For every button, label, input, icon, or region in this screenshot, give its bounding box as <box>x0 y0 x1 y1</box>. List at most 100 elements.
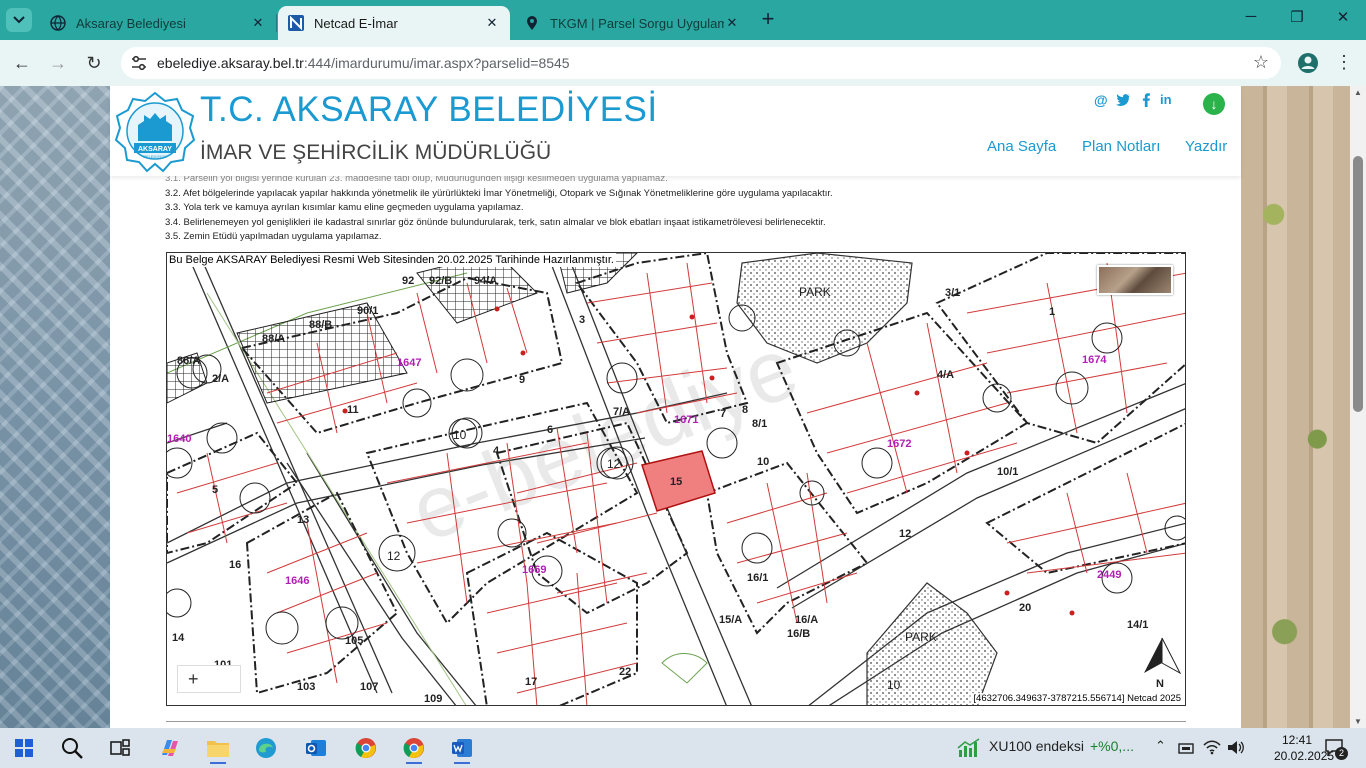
bookmark-star-icon[interactable]: ☆ <box>1253 52 1269 73</box>
parcel-number: 94/A <box>474 275 497 287</box>
parcel-number: 1 <box>1049 306 1055 318</box>
block-number: 1674 <box>1082 354 1107 366</box>
tab-tkgm-parsel-sorgu[interactable]: TKGM | Parsel Sorgu Uygulama ✕ <box>514 6 750 40</box>
browser-toolbar: ← → ↻ ebelediye.aksaray.bel.tr:444/imard… <box>0 40 1366 86</box>
email-icon[interactable]: @ <box>1094 92 1108 108</box>
tab-title: TKGM | Parsel Sorgu Uygulama <box>550 15 724 31</box>
menu-kebab-icon[interactable]: ⋮ <box>1332 52 1356 76</box>
forward-button[interactable]: → <box>44 50 72 76</box>
aksaray-logo[interactable]: AKSARAY BELEDİYESİ <box>114 91 196 173</box>
site-subtitle: İMAR VE ŞEHİRCİLİK MÜDÜRLÜĞÜ <box>200 141 552 164</box>
site-info-icon[interactable] <box>129 53 149 73</box>
volume-icon[interactable] <box>1227 740 1245 755</box>
new-tab-button[interactable]: + <box>757 8 779 32</box>
search-icon[interactable] <box>52 732 92 764</box>
next-section-edge <box>166 721 1186 728</box>
tab-search-button[interactable] <box>6 8 32 32</box>
parcel-number: 107 <box>360 681 378 693</box>
parcel-number: 13 <box>297 514 309 526</box>
minimize-button[interactable]: ─ <box>1228 8 1274 32</box>
word-icon[interactable] <box>442 732 482 764</box>
parcel-number: 22 <box>619 666 631 678</box>
tab-title: Aksaray Belediyesi <box>76 15 186 31</box>
twitter-icon[interactable] <box>1116 94 1130 106</box>
wifi-icon[interactable] <box>1203 740 1221 755</box>
ticker-label[interactable]: XU100 endeksi <box>989 738 1084 754</box>
parcel-number: 2/A <box>212 373 229 385</box>
reload-button[interactable]: ↻ <box>80 50 108 76</box>
scrollbar-thumb[interactable] <box>1353 156 1363 412</box>
file-explorer-icon[interactable] <box>198 732 238 764</box>
logo-subtext: BELEDİYESİ <box>143 154 166 159</box>
parcel-number: 16/B <box>787 628 810 640</box>
back-button[interactable]: ← <box>8 50 36 76</box>
chrome-icon[interactable] <box>346 732 386 764</box>
zoom-in-button[interactable]: + <box>177 665 241 693</box>
chevron-down-icon <box>13 16 25 24</box>
parcel-number: 8 <box>742 404 748 416</box>
parcel-number: 88/A <box>262 333 285 345</box>
close-window-button[interactable]: ✕ <box>1320 8 1366 32</box>
site-title: T.C. AKSARAY BELEDİYESİ <box>200 90 658 129</box>
tab-aksaray-belediyesi[interactable]: Aksaray Belediyesi ✕ <box>40 6 276 40</box>
network-device-icon[interactable] <box>1178 741 1194 755</box>
profile-icon[interactable] <box>1296 52 1320 76</box>
notification-center-icon[interactable]: 2 <box>1324 738 1348 760</box>
edge-icon[interactable] <box>246 732 286 764</box>
download-icon[interactable]: ↓ <box>1203 93 1225 115</box>
road-width-label: 12 <box>387 549 401 563</box>
block-number: 1672 <box>887 438 911 450</box>
windows-taskbar: XU100 endeksi +%0,... ⌃ 12:41 20.02.2025… <box>0 728 1366 768</box>
parcel-number: 4/A <box>937 369 954 381</box>
parcel-number: 14/1 <box>1127 619 1148 631</box>
parcel-number: 90/1 <box>357 305 378 317</box>
map-banner: Bu Belge AKSARAY Belediyesi Resmi Web Si… <box>167 253 616 267</box>
page-viewport: AKSARAY BELEDİYESİ T.C. AKSARAY BELEDİYE… <box>0 86 1350 728</box>
parcel-number: 10/1 <box>997 466 1018 478</box>
task-view-icon[interactable] <box>100 732 140 764</box>
parcel-number: 3/1 <box>945 287 960 299</box>
url-path: :444/imardurumu/imar.aspx?parselid=8545 <box>303 55 570 71</box>
parcel-number: 88/B <box>309 319 332 331</box>
restore-button[interactable]: ❐ <box>1274 8 1320 32</box>
parcel-number: 7 <box>720 408 726 420</box>
parcel-number: 109 <box>424 693 442 705</box>
background-image-left <box>0 86 110 728</box>
address-bar[interactable]: ebelediye.aksaray.bel.tr:444/imardurumu/… <box>121 47 1281 79</box>
close-tab-icon[interactable]: ✕ <box>250 15 266 31</box>
road-width-label: 12 <box>607 457 621 471</box>
outlook-icon[interactable] <box>296 732 336 764</box>
north-arrow-icon: N <box>1144 637 1182 690</box>
satellite-thumbnail[interactable] <box>1097 265 1173 295</box>
linkedin-icon[interactable]: in <box>1160 92 1172 107</box>
parcel-number: 16 <box>229 559 241 571</box>
close-tab-icon[interactable]: ✕ <box>484 15 500 31</box>
scroll-up-arrow[interactable]: ▲ <box>1353 88 1363 97</box>
close-tab-icon[interactable]: ✕ <box>724 15 740 31</box>
parcel-number: 103 <box>297 681 315 693</box>
plan-note: 3.2. Afet bölgelerinde yapılacak yapılar… <box>165 187 833 199</box>
ticker-value[interactable]: +%0,... <box>1090 738 1134 754</box>
stock-chart-icon[interactable] <box>957 738 981 758</box>
road-width-label: 10 <box>453 428 467 442</box>
facebook-icon[interactable] <box>1142 93 1150 107</box>
nav-ana-sayfa[interactable]: Ana Sayfa <box>987 138 1056 155</box>
nav-yazdir[interactable]: Yazdır <box>1185 138 1227 155</box>
globe-icon <box>50 15 66 31</box>
start-icon[interactable] <box>4 732 44 764</box>
parcel-number: 12 <box>899 528 911 540</box>
tab-netcad-eimar[interactable]: Netcad E-İmar ✕ <box>278 6 510 40</box>
parcel-number: 20 <box>1019 602 1031 614</box>
page-scrollbar[interactable]: ▲ ▼ <box>1350 86 1366 728</box>
plan-notes: 3.1. Parselin yol bilgisi yerinde kurula… <box>165 172 833 245</box>
nav-plan-notlari[interactable]: Plan Notları <box>1082 138 1160 155</box>
scroll-down-arrow[interactable]: ▼ <box>1353 717 1363 726</box>
parcel-number: 7/A <box>613 406 630 418</box>
system-clock[interactable]: 12:41 20.02.2025 <box>1274 732 1334 764</box>
zoning-map[interactable]: Bu Belge AKSARAY Belediyesi Resmi Web Si… <box>166 252 1186 706</box>
chevron-up-icon[interactable]: ⌃ <box>1155 738 1166 754</box>
url-text[interactable]: ebelediye.aksaray.bel.tr:444/imardurumu/… <box>157 55 570 71</box>
chrome-icon[interactable] <box>394 732 434 764</box>
copilot-icon[interactable] <box>150 732 190 764</box>
parcel-number: 105 <box>345 635 363 647</box>
